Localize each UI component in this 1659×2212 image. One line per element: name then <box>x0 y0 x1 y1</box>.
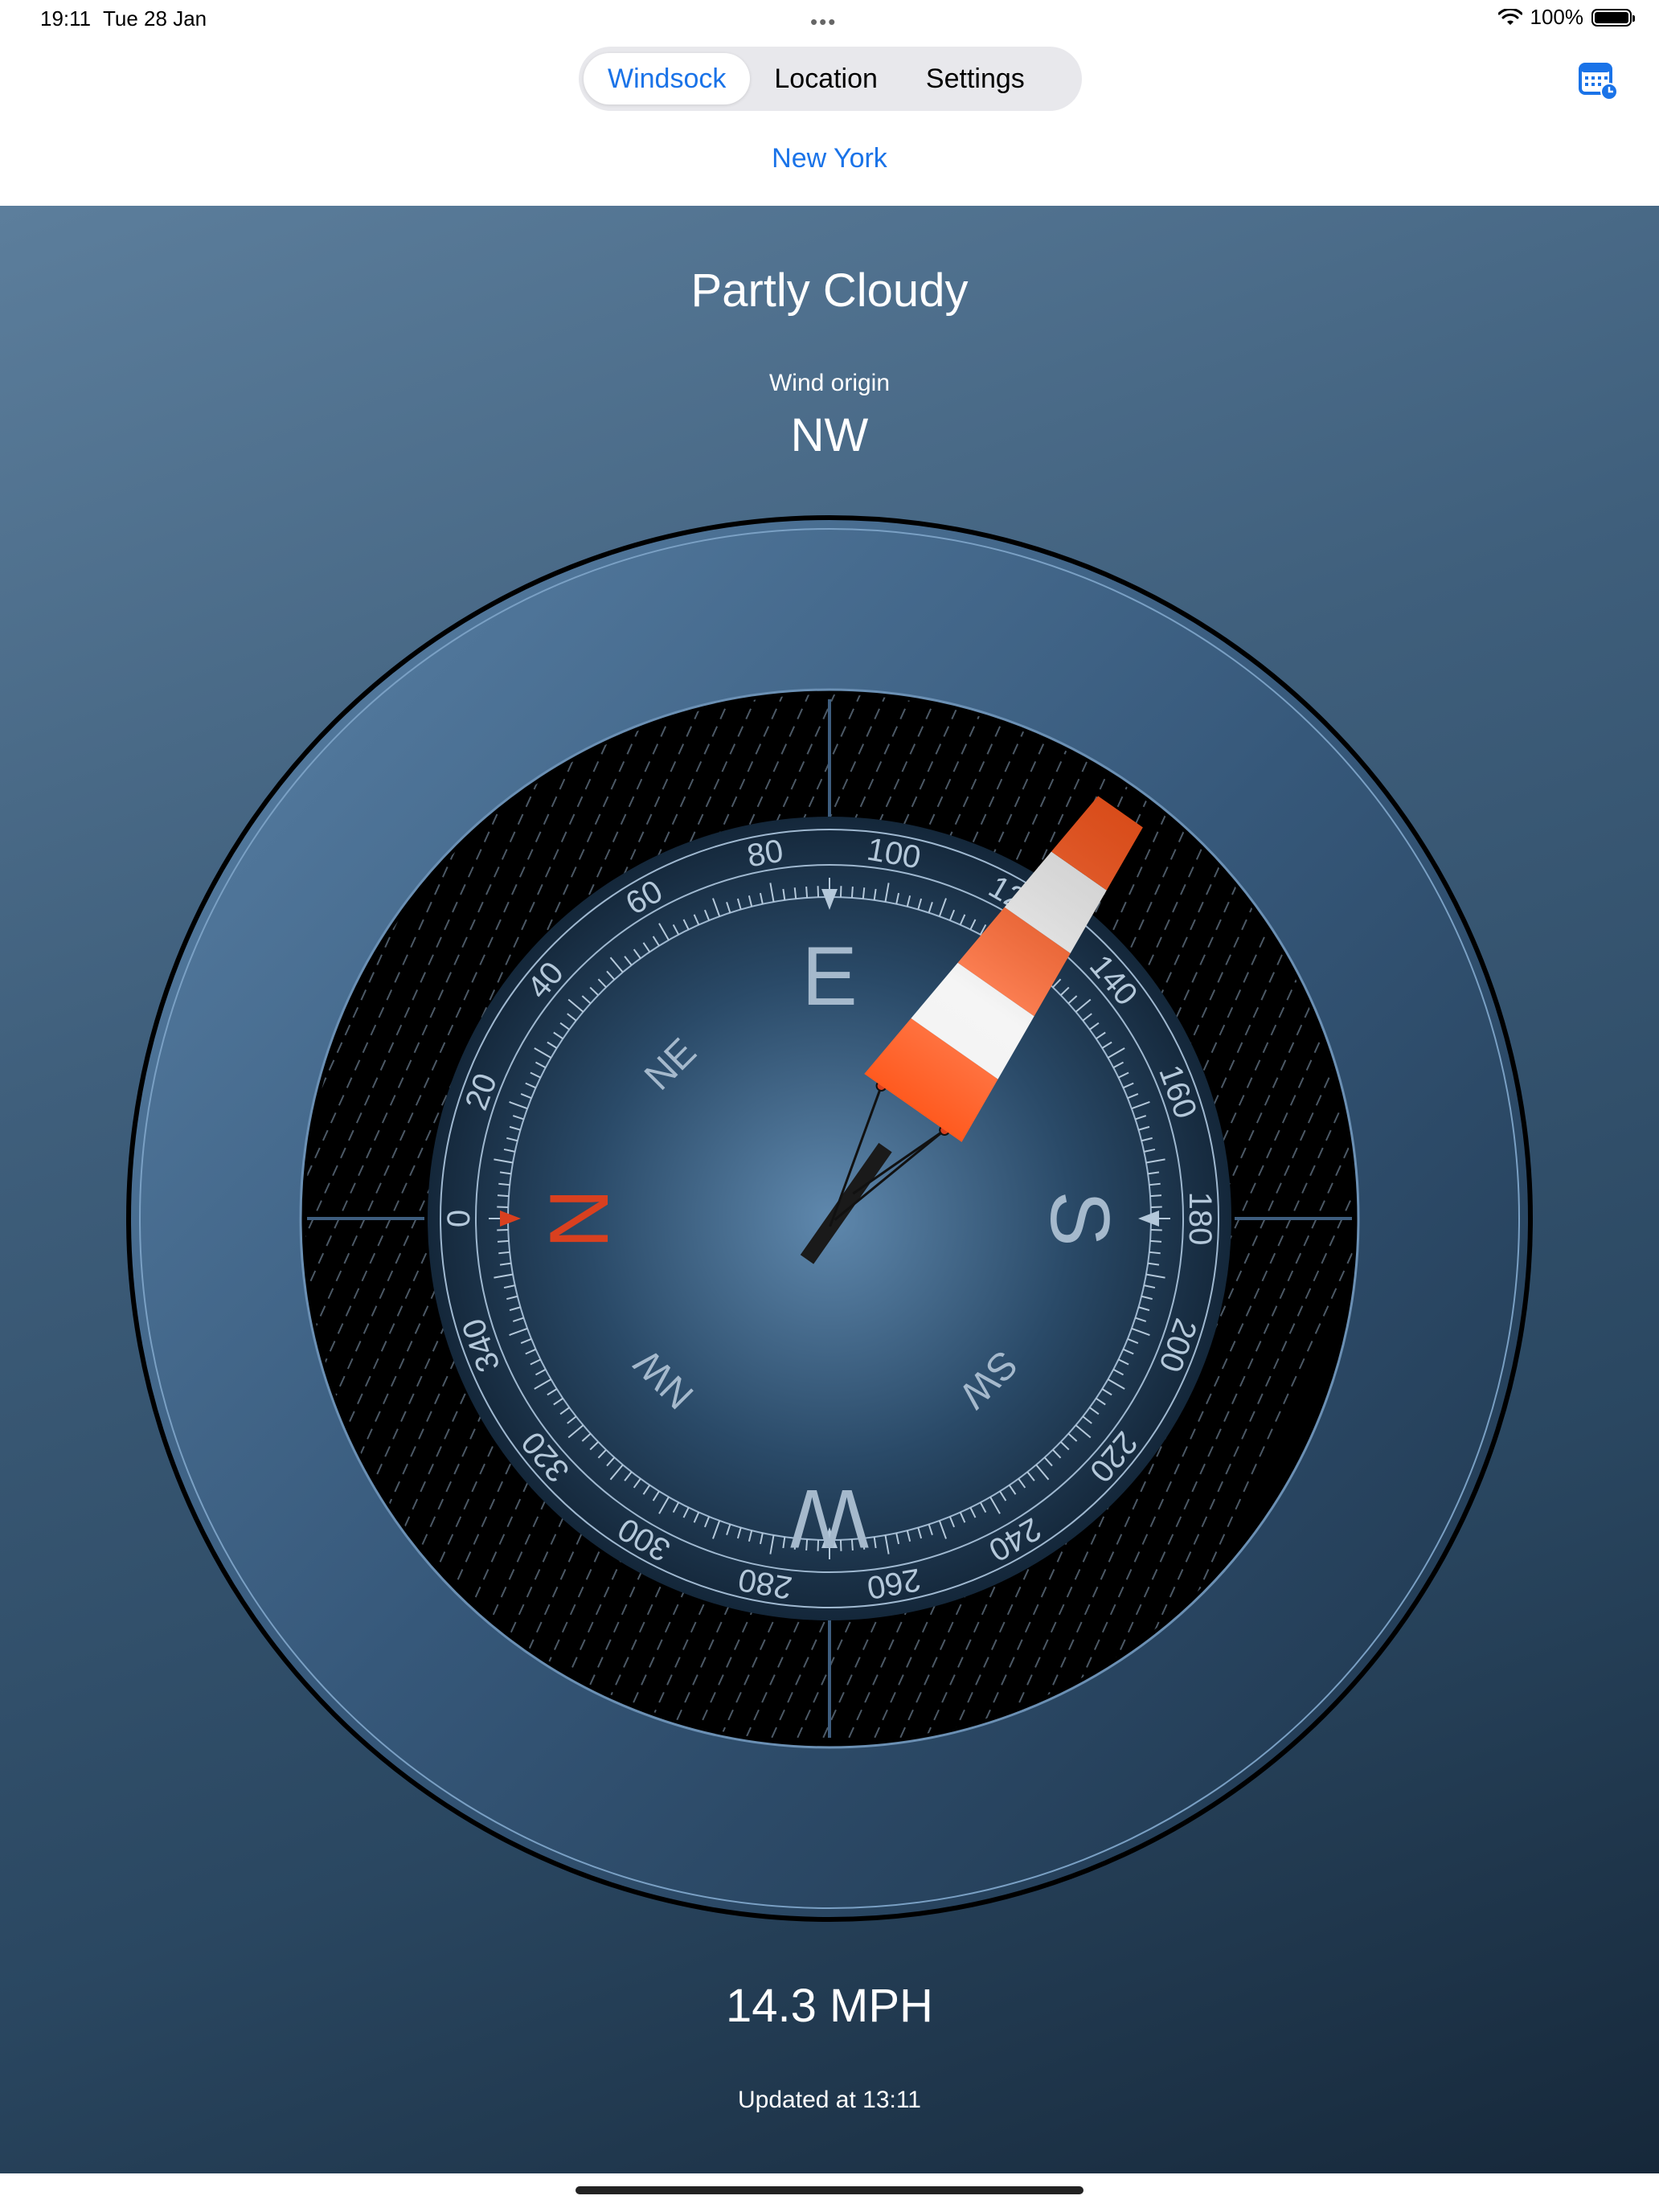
cardinal-east: E <box>801 930 857 1023</box>
degree-tick <box>805 886 809 899</box>
tab-location[interactable]: Location <box>750 53 902 104</box>
degree-label: 0 <box>441 1210 477 1227</box>
degree-tick <box>497 1194 510 1198</box>
wind-speed: 14.3 MPH <box>726 1980 933 2032</box>
home-indicator[interactable] <box>576 2186 1083 2194</box>
battery-percent: 100% <box>1530 5 1584 29</box>
status-date: Tue 28 Jan <box>103 6 207 31</box>
status-bar: 19:11 Tue 28 Jan ••• 100% <box>0 0 1659 42</box>
degree-tick <box>850 886 854 899</box>
status-indicators: 100% <box>1497 5 1635 30</box>
status-time: 19:11 <box>40 6 92 31</box>
tab-bar: Windsock Location Settings <box>579 47 1082 111</box>
updated-time: Updated at 13:11 <box>738 2087 921 2113</box>
wifi-icon <box>1497 8 1522 25</box>
calendar-clock-icon[interactable] <box>1577 59 1619 101</box>
degree-label: 80 <box>744 833 785 874</box>
tab-settings[interactable]: Settings <box>902 53 1049 104</box>
cardinal-south: S <box>1033 1190 1126 1246</box>
degree-tick <box>1149 1239 1162 1243</box>
cardinal-west: W <box>790 1472 869 1565</box>
tab-windsock[interactable]: Windsock <box>584 53 751 104</box>
degree-tick <box>1149 1194 1162 1198</box>
battery-icon <box>1591 8 1635 27</box>
location-link[interactable]: New York <box>0 143 1659 174</box>
degree-tick <box>497 1239 510 1243</box>
weather-condition: Partly Cloudy <box>690 264 969 317</box>
multitasking-dots-icon[interactable]: ••• <box>810 10 837 35</box>
cardinal-north: N <box>533 1188 626 1248</box>
battery-level <box>1595 11 1628 23</box>
wind-origin-value: NW <box>790 409 869 461</box>
degree-label: 180 <box>1182 1192 1218 1246</box>
wind-origin-label: Wind origin <box>768 370 891 396</box>
